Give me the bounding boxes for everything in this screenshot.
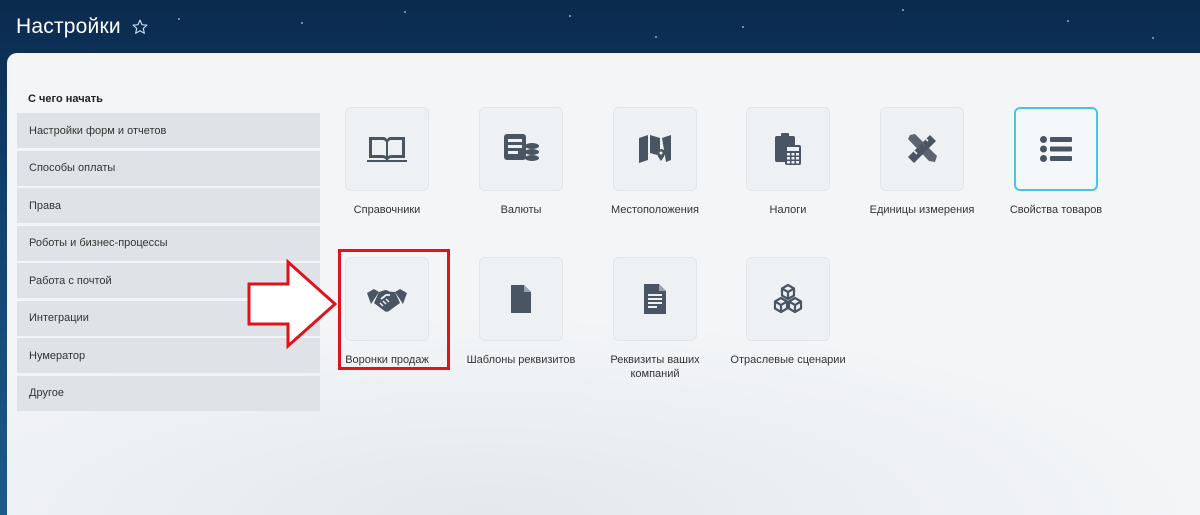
sidebar: С чего начать Настройки форм и отчетов С… xyxy=(17,83,320,413)
tile-label: Свойства товаров xyxy=(1009,204,1103,216)
cubes-icon xyxy=(772,284,804,314)
sidebar-item-label: Интеграции xyxy=(29,312,89,324)
tile-units[interactable]: Единицы измерения xyxy=(862,107,982,217)
tile-icon-box xyxy=(479,107,563,191)
tile-locations[interactable]: Местоположения xyxy=(595,107,715,217)
sidebar-item-label: Нумератор xyxy=(29,349,86,362)
sidebar-heading[interactable]: С чего начать xyxy=(17,83,320,113)
tile-label: Отраслевые сценарии xyxy=(730,354,846,366)
sidebar-item-permissions[interactable]: Права xyxy=(17,188,320,223)
sidebar-item-mail[interactable]: Работа с почтой xyxy=(17,263,320,298)
tile-icon-box xyxy=(613,257,697,341)
tile-icon-box xyxy=(479,257,563,341)
tile-label: Воронки продаж xyxy=(345,354,429,366)
sidebar-item-forms-reports[interactable]: Настройки форм и отчетов xyxy=(17,113,320,148)
star-icon[interactable] xyxy=(131,18,149,36)
text-document-icon xyxy=(643,283,667,315)
currency-icon xyxy=(502,132,540,166)
sidebar-item-label: Настройки форм и отчетов xyxy=(29,124,167,137)
tile-sales-funnels[interactable]: Воронки продаж xyxy=(327,257,447,367)
tile-label: Налоги xyxy=(769,204,807,216)
settings-panel: С чего начать Настройки форм и отчетов С… xyxy=(7,53,1200,515)
tile-industry-scenarios[interactable]: Отраслевые сценарии xyxy=(728,257,848,367)
tile-label: Единицы измерения xyxy=(869,204,975,216)
tile-icon-box xyxy=(1014,107,1098,191)
page-title: Настройки xyxy=(16,15,121,38)
sidebar-item-robots[interactable]: Роботы и бизнес-процессы xyxy=(17,225,320,261)
tile-directories[interactable]: Справочники xyxy=(327,107,447,217)
tile-taxes[interactable]: Налоги xyxy=(728,107,848,217)
tile-label: Местоположения xyxy=(611,204,699,216)
tile-currencies[interactable]: Валюты xyxy=(461,107,581,217)
map-icon xyxy=(638,134,672,164)
sidebar-item-label: Способы оплаты xyxy=(29,162,116,174)
tile-company-requisites[interactable]: Реквизиты ваших компаний xyxy=(595,257,715,381)
tile-icon-box xyxy=(345,107,429,191)
tile-label: Реквизиты ваших компаний xyxy=(610,354,700,380)
sidebar-item-integrations[interactable]: Интеграции xyxy=(17,300,320,336)
sidebar-item-label: Роботы и бизнес-процессы xyxy=(29,237,168,249)
tile-requisites-templates[interactable]: Шаблоны реквизитов xyxy=(461,257,581,367)
calculator-icon xyxy=(773,132,803,166)
tile-label: Шаблоны реквизитов xyxy=(466,354,576,366)
tile-label: Валюты xyxy=(500,204,542,216)
tile-product-properties[interactable]: Свойства товаров xyxy=(996,107,1116,217)
book-icon xyxy=(367,134,407,164)
sidebar-item-label: Права xyxy=(29,199,61,212)
sidebar-item-numerator[interactable]: Нумератор xyxy=(17,338,320,373)
page-header: Настройки xyxy=(16,10,149,44)
document-icon xyxy=(509,284,533,314)
tile-icon-box xyxy=(880,107,964,191)
sidebar-item-other[interactable]: Другое xyxy=(17,375,320,411)
sidebar-item-label: Другое xyxy=(29,387,64,399)
tile-label: Справочники xyxy=(353,204,421,216)
ruler-pencil-icon xyxy=(905,132,939,166)
tile-icon-box xyxy=(746,257,830,341)
list-icon xyxy=(1040,136,1072,162)
tile-icon-box xyxy=(746,107,830,191)
tile-icon-box xyxy=(613,107,697,191)
sidebar-item-payment-methods[interactable]: Способы оплаты xyxy=(17,150,320,186)
sidebar-item-label: Работа с почтой xyxy=(29,274,112,287)
tile-icon-box xyxy=(345,257,429,341)
handshake-icon xyxy=(367,285,407,313)
